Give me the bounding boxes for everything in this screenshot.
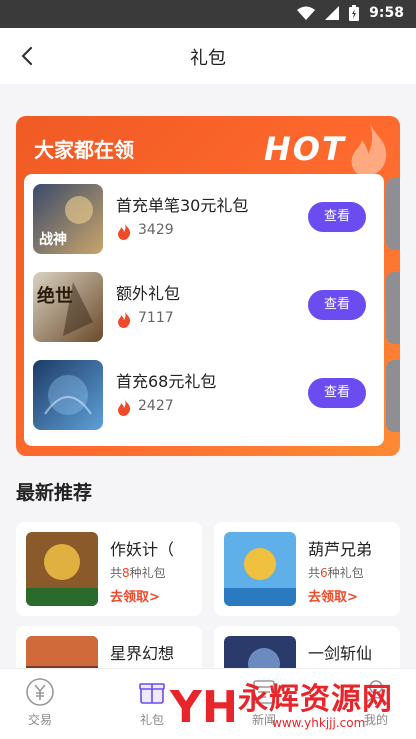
game-name: 星界幻想 — [110, 644, 175, 663]
view-button[interactable]: 查看 — [308, 202, 366, 232]
hot-item[interactable]: 首充68元礼包 2427 查看 — [24, 350, 384, 438]
game-thumbnail: 绝世 — [33, 272, 103, 342]
game-thumbnail — [224, 532, 296, 606]
thumb-art-text: 战神 — [39, 231, 67, 248]
game-name: 作妖计（ — [110, 540, 175, 559]
signal-icon — [325, 6, 340, 20]
flame-icon — [351, 124, 387, 176]
next-card-peek[interactable] — [386, 178, 400, 250]
gift-count-prefix: 共 — [308, 566, 321, 580]
tab-trade[interactable]: 交易 — [10, 677, 70, 728]
claim-count: 3429 — [138, 222, 174, 238]
yen-coin-icon — [26, 678, 54, 706]
game-thumbnail — [26, 532, 98, 606]
hot-list: 战神 首充单笔30元礼包 3429 查看 绝世 额外礼包 7117 查看 首充6… — [24, 174, 384, 446]
tab-news[interactable]: 新闻 — [234, 677, 294, 728]
claim-link[interactable]: 去领取> — [308, 586, 358, 605]
recommend-card[interactable]: 作妖计（ 共8种礼包 去领取> — [16, 522, 202, 616]
tab-label: 交易 — [27, 713, 52, 727]
tab-profile[interactable]: 我的 — [346, 677, 406, 728]
gift-count-prefix: 共 — [110, 566, 123, 580]
fire-icon — [118, 310, 131, 328]
gift-count-suffix: 种礼包 — [129, 566, 166, 580]
battery-icon — [349, 5, 360, 21]
tab-label: 我的 — [363, 713, 388, 727]
status-icons: 9:58 — [297, 5, 404, 21]
claim-link[interactable]: 去领取> — [110, 586, 160, 605]
view-button[interactable]: 查看 — [308, 378, 366, 408]
gift-name: 额外礼包 — [116, 284, 181, 303]
tab-label: 新闻 — [251, 713, 276, 727]
view-button[interactable]: 查看 — [308, 290, 366, 320]
next-card-peek[interactable] — [386, 272, 400, 344]
gift-count-suffix: 种礼包 — [327, 566, 364, 580]
recommend-card[interactable]: 葫芦兄弟 共6种礼包 去领取> — [214, 522, 400, 616]
gift-count: 共8种礼包 — [110, 564, 166, 581]
gift-icon — [139, 683, 165, 704]
status-bar: 9:58 — [0, 0, 416, 28]
gift-count-number: 8 — [122, 566, 130, 580]
nav-bar: 礼包 — [0, 28, 416, 84]
page-title: 礼包 — [190, 48, 226, 69]
hot-item[interactable]: 战神 首充单笔30元礼包 3429 查看 — [24, 174, 384, 262]
profile-icon — [364, 680, 388, 705]
thumb-art-text: 绝世 — [37, 285, 73, 307]
game-name: 一剑斩仙 — [308, 644, 373, 663]
status-time: 9:58 — [369, 5, 404, 21]
tab-gifts[interactable]: 礼包 — [122, 677, 182, 728]
bottom-tab-bar: 交易 礼包 新闻 我的 — [0, 668, 416, 739]
claim-count: 7117 — [138, 310, 174, 326]
gift-name: 首充68元礼包 — [116, 372, 217, 391]
gift-count-number: 6 — [320, 566, 328, 580]
fire-icon — [118, 222, 131, 240]
gift-count: 共6种礼包 — [308, 564, 364, 581]
hot-item[interactable]: 绝世 额外礼包 7117 查看 — [24, 262, 384, 350]
game-name: 葫芦兄弟 — [308, 540, 373, 559]
claim-count: 2427 — [138, 398, 174, 414]
wifi-icon — [297, 6, 316, 20]
hot-gifts-card: 大家都在领 HOT 战神 首充单笔30元礼包 3429 查看 绝世 额外礼包 7… — [16, 116, 400, 456]
news-icon — [253, 680, 275, 704]
hot-badge: HOT — [264, 130, 346, 168]
gift-name: 首充单笔30元礼包 — [116, 196, 249, 215]
tab-label: 礼包 — [139, 713, 164, 727]
next-card-peek[interactable] — [386, 360, 400, 432]
game-thumbnail: 战神 — [33, 184, 103, 254]
hot-heading: 大家都在领 — [34, 138, 134, 162]
game-thumbnail — [33, 360, 103, 430]
section-title: 最新推荐 — [16, 482, 93, 504]
fire-icon — [118, 398, 131, 416]
